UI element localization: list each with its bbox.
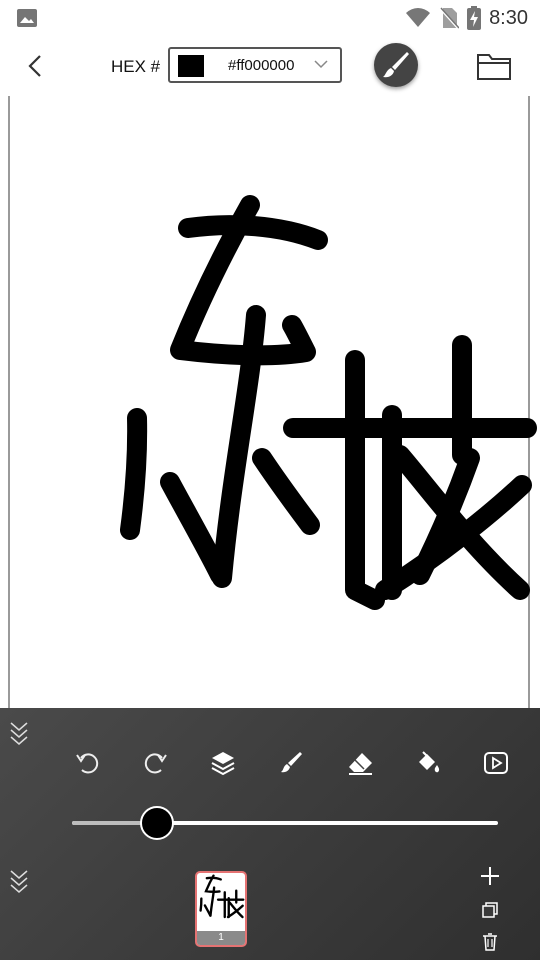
no-sim-icon	[439, 7, 460, 29]
trash-icon	[483, 933, 497, 951]
brush-icon	[383, 52, 409, 78]
folder-icon[interactable]	[476, 51, 512, 81]
add-layer-button[interactable]	[478, 864, 502, 888]
redo-icon	[144, 753, 167, 774]
eraser-icon	[349, 753, 372, 775]
redo-button[interactable]	[137, 748, 173, 778]
copy-icon	[482, 902, 498, 918]
wifi-icon	[406, 8, 431, 27]
battery-charging-icon	[467, 6, 482, 30]
chevron-down-icon	[314, 60, 328, 69]
layers-icon	[211, 752, 235, 776]
playback-button[interactable]	[478, 748, 514, 778]
hex-color-dropdown[interactable]: #ff000000	[168, 47, 342, 83]
hex-value: #ff000000	[228, 57, 295, 74]
top-toolbar: HEX # #ff000000	[0, 36, 540, 96]
play-icon	[484, 752, 508, 774]
drawing-canvas[interactable]	[0, 96, 540, 708]
layer-preview	[199, 874, 245, 919]
fill-bucket-button[interactable]	[410, 748, 446, 778]
duplicate-layer-button[interactable]	[478, 898, 502, 922]
layers-button[interactable]	[205, 748, 241, 778]
color-swatch	[178, 55, 204, 77]
layer-number: 1	[197, 931, 245, 945]
collapse-chevrons-icon[interactable]	[8, 720, 30, 748]
undo-icon	[76, 753, 99, 774]
slider-thumb[interactable]	[140, 806, 175, 840]
brush-icon	[281, 752, 302, 773]
status-time: 8:30	[489, 6, 528, 29]
paint-bucket-icon	[419, 751, 440, 773]
undo-button[interactable]	[70, 748, 106, 778]
status-bar: 8:30	[0, 0, 540, 36]
canvas-drawing	[120, 195, 537, 610]
eraser-button[interactable]	[342, 748, 378, 778]
collapse-chevrons-icon[interactable]	[8, 868, 30, 896]
delete-layer-button[interactable]	[478, 930, 502, 954]
layer-thumbnail[interactable]: 1	[195, 871, 247, 947]
back-arrow-icon[interactable]	[22, 52, 50, 80]
brush-tool-button[interactable]	[273, 748, 309, 778]
hex-label: HEX #	[111, 57, 161, 76]
image-notification-icon	[17, 9, 37, 27]
bottom-tool-panel: 1	[0, 708, 540, 960]
plus-icon	[481, 867, 499, 885]
brush-settings-button[interactable]	[374, 43, 418, 87]
